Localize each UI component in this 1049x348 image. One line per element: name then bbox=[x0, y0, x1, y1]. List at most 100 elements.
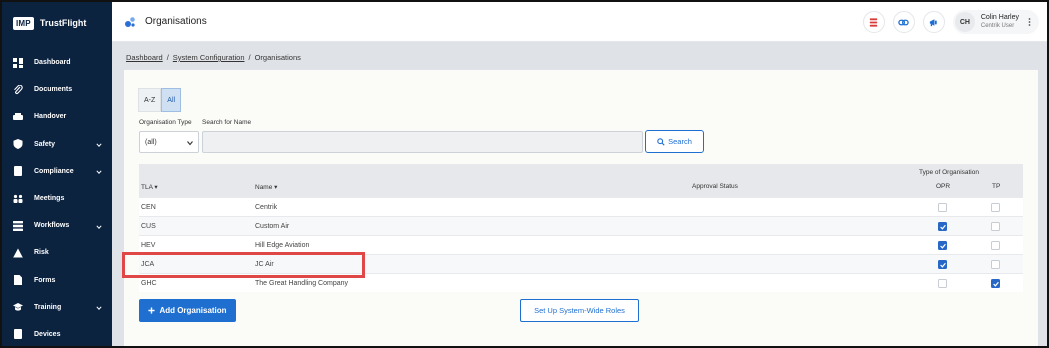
organisations-table: Type of Organisation TLA ▾ Name ▾ Approv… bbox=[139, 164, 1023, 292]
tla-column-header[interactable]: TLA ▾ bbox=[141, 183, 158, 191]
sidebar-item-training[interactable]: Training bbox=[2, 294, 112, 321]
organisations-card: A-Z All Organisation Type Search for Nam… bbox=[124, 70, 1038, 346]
page-title: Organisations bbox=[145, 16, 207, 27]
sidebar-item-label: Forms bbox=[34, 276, 56, 284]
name-cell[interactable]: The Great Handling Company bbox=[255, 280, 348, 287]
reports-button[interactable] bbox=[862, 11, 885, 33]
sidebar-item-risk[interactable]: Risk bbox=[2, 239, 112, 266]
user-menu[interactable]: CH Colin Harley Centrik User bbox=[952, 10, 1039, 34]
tla-cell: CUS bbox=[141, 223, 156, 230]
sidebar-item-compliance[interactable]: Compliance bbox=[2, 158, 112, 185]
table-row[interactable]: HEV Hill Edge Aviation bbox=[139, 235, 1023, 254]
tla-cell: JCA bbox=[141, 261, 155, 268]
chevron-down-icon bbox=[96, 304, 102, 311]
meetings-icon bbox=[13, 194, 23, 204]
tla-cell: HEV bbox=[141, 242, 156, 249]
sidebar-item-handover[interactable]: Handover bbox=[2, 103, 112, 130]
search-icon bbox=[657, 137, 665, 146]
tp-column-header: TP bbox=[992, 183, 1001, 190]
table-body: CEN Centrik CUS Custom Air HEV Hill Edge Avia… bbox=[139, 197, 1023, 292]
search-button[interactable]: Search bbox=[645, 130, 704, 153]
sidebar-item-meetings[interactable]: Meetings bbox=[2, 185, 112, 212]
opr-checkbox[interactable] bbox=[938, 260, 947, 269]
user-name: Colin Harley bbox=[980, 14, 1019, 21]
opr-checkbox[interactable] bbox=[938, 279, 947, 288]
approval-status-column-header: Approval Status bbox=[692, 183, 738, 190]
sidebar-item-label: Documents bbox=[34, 86, 73, 94]
sidebar-item-label: Dashboard bbox=[34, 59, 71, 67]
app-frame: IMP TrustFlight Dashboard Documents Handov… bbox=[0, 0, 1049, 348]
sidebar-item-safety[interactable]: Safety bbox=[2, 131, 112, 158]
workflows-icon bbox=[13, 220, 23, 231]
tp-checkbox[interactable] bbox=[991, 260, 1000, 269]
sidebar-item-label: Compliance bbox=[34, 167, 74, 175]
tp-checkbox[interactable] bbox=[991, 203, 1000, 212]
name-cell[interactable]: Custom Air bbox=[255, 223, 289, 230]
table-row[interactable]: CUS Custom Air bbox=[139, 216, 1023, 235]
opr-checkbox[interactable] bbox=[938, 241, 947, 250]
training-icon bbox=[13, 302, 23, 312]
table-row[interactable]: JCA JC Air bbox=[139, 254, 1023, 273]
sidebar-item-label: Devices bbox=[34, 330, 61, 338]
stack-icon bbox=[870, 17, 878, 27]
table-row[interactable]: GHC The Great Handling Company bbox=[139, 273, 1023, 292]
tla-cell: GHC bbox=[141, 280, 157, 287]
breadcrumb-dashboard[interactable]: Dashboard bbox=[126, 53, 163, 62]
org-type-label: Organisation Type bbox=[139, 119, 192, 126]
chevron-down-icon bbox=[96, 168, 102, 175]
sidebar-item-label: Training bbox=[34, 303, 62, 311]
chevron-down-icon bbox=[96, 141, 102, 148]
sidebar-item-forms[interactable]: Forms bbox=[2, 267, 112, 294]
top-actions: CH Colin Harley Centrik User bbox=[862, 10, 1039, 34]
search-name-label: Search for Name bbox=[202, 119, 252, 126]
set-up-roles-button[interactable]: Set Up System-Wide Roles bbox=[520, 299, 639, 322]
az-filter-button[interactable]: A-Z bbox=[138, 88, 162, 112]
sidebar-item-devices[interactable]: Devices bbox=[2, 321, 112, 346]
compliance-icon bbox=[13, 166, 23, 177]
opr-checkbox[interactable] bbox=[938, 203, 947, 212]
sidebar-item-label: Safety bbox=[34, 140, 56, 148]
all-filter-button[interactable]: All bbox=[161, 88, 182, 112]
brand-logo: IMP bbox=[13, 16, 34, 30]
add-organisation-button[interactable]: Add Organisation bbox=[139, 299, 236, 322]
breadcrumb-system-configuration[interactable]: System Configuration bbox=[173, 53, 245, 62]
sidebar-item-label: Workflows bbox=[34, 222, 70, 230]
megaphone-icon bbox=[930, 18, 938, 26]
chevron-down-icon bbox=[187, 140, 193, 146]
tp-checkbox[interactable] bbox=[991, 279, 1000, 288]
table-row[interactable]: CEN Centrik bbox=[139, 197, 1023, 216]
links-button[interactable] bbox=[892, 11, 915, 33]
sidebar-nav: Dashboard Documents Handover Safety Complian… bbox=[2, 49, 112, 346]
devices-icon bbox=[13, 329, 23, 340]
search-input[interactable] bbox=[202, 131, 643, 153]
name-cell[interactable]: Hill Edge Aviation bbox=[255, 242, 309, 249]
name-cell[interactable]: JC Air bbox=[255, 261, 274, 268]
sidebar-item-documents[interactable]: Documents bbox=[2, 76, 112, 103]
sidebar: IMP TrustFlight Dashboard Documents Handov… bbox=[2, 2, 112, 346]
link-icon bbox=[898, 19, 910, 25]
sidebar-item-label: Handover bbox=[34, 113, 67, 121]
type-of-organisation-header: Type of Organisation bbox=[919, 169, 979, 176]
announcements-button[interactable] bbox=[922, 11, 945, 33]
sidebar-item-dashboard[interactable]: Dashboard bbox=[2, 49, 112, 76]
org-type-value: (all) bbox=[145, 138, 157, 146]
name-cell[interactable]: Centrik bbox=[255, 204, 277, 211]
brand[interactable]: IMP TrustFlight bbox=[2, 2, 112, 44]
opr-column-header: OPR bbox=[936, 183, 951, 190]
shield-icon bbox=[13, 139, 23, 150]
breadcrumb-separator: / bbox=[166, 53, 169, 62]
az-filter-toggle: A-Z All bbox=[138, 88, 182, 112]
opr-checkbox[interactable] bbox=[938, 222, 947, 231]
sidebar-item-workflows[interactable]: Workflows bbox=[2, 212, 112, 239]
handover-icon bbox=[13, 112, 23, 122]
org-type-select[interactable]: (all) bbox=[139, 131, 199, 153]
more-options-icon[interactable] bbox=[1025, 15, 1033, 29]
name-column-header[interactable]: Name ▾ bbox=[255, 183, 277, 191]
dashboard-icon bbox=[13, 57, 23, 68]
organisations-icon bbox=[124, 16, 136, 28]
chevron-down-icon bbox=[96, 223, 102, 229]
brand-name: TrustFlight bbox=[39, 18, 87, 28]
tla-cell: CEN bbox=[141, 204, 156, 211]
tp-checkbox[interactable] bbox=[991, 241, 1000, 250]
tp-checkbox[interactable] bbox=[991, 222, 1000, 231]
